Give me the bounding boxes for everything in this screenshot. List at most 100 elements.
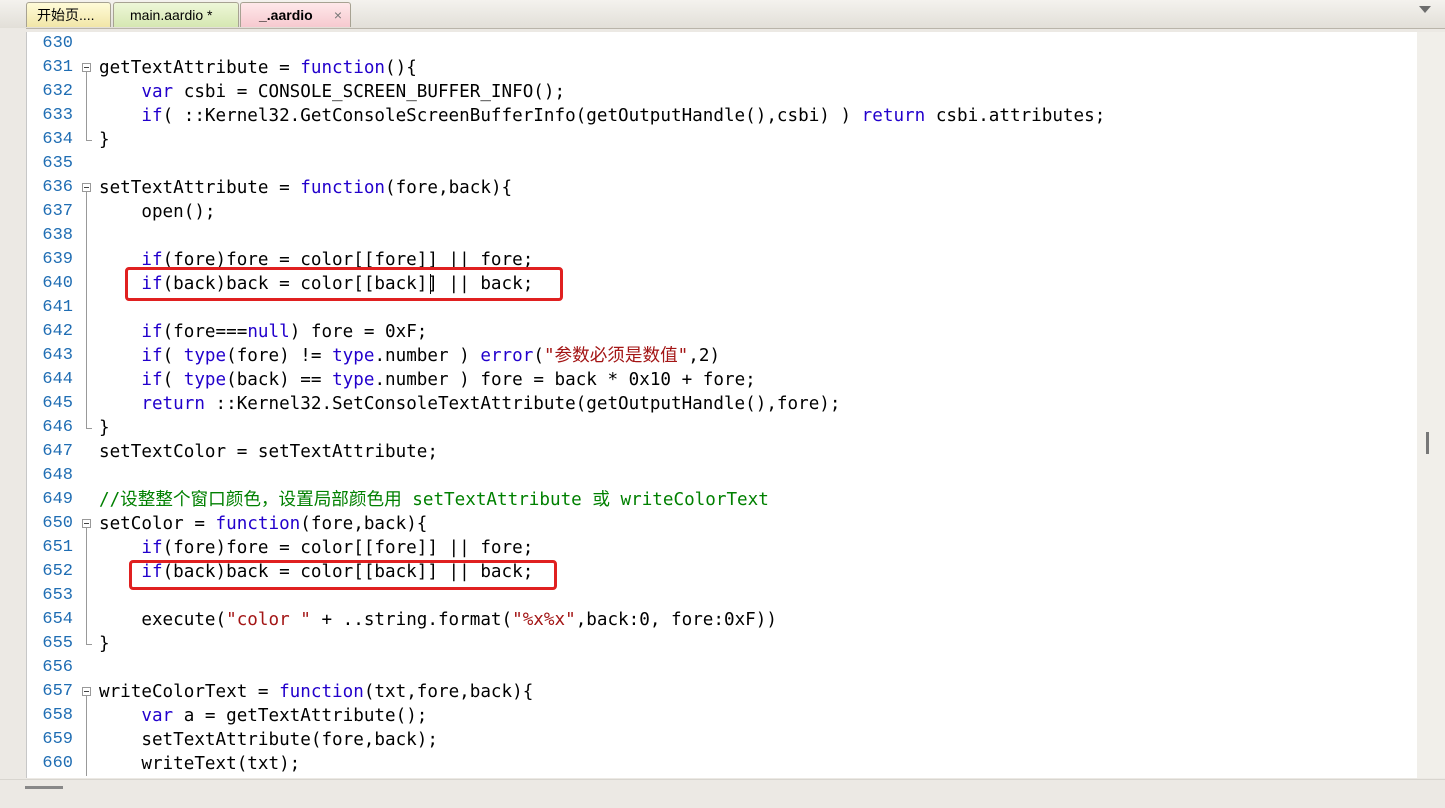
- line-number: 637: [42, 202, 73, 221]
- tab-list-dropdown-icon[interactable]: [1419, 6, 1431, 13]
- code-line[interactable]: 638: [27, 224, 1418, 248]
- fold-toggle-icon[interactable]: [82, 176, 91, 200]
- tab-start-page[interactable]: 开始页....: [26, 2, 111, 27]
- tab-bar: 开始页.... main.aardio * _.aardio ×: [0, 0, 1445, 29]
- code-line[interactable]: 646}: [27, 416, 1418, 440]
- code-line[interactable]: 644 if( type(back) == type.number ) fore…: [27, 368, 1418, 392]
- fold-toggle-icon[interactable]: [82, 680, 91, 704]
- code-line[interactable]: 635: [27, 152, 1418, 176]
- code-text: if( ::Kernel32.GetConsoleScreenBufferInf…: [99, 104, 1105, 128]
- code-token: (fore)fore = color[[fore]] || fore;: [162, 538, 534, 558]
- fold-toggle-icon[interactable]: [82, 56, 91, 80]
- code-line[interactable]: 634}: [27, 128, 1418, 152]
- code-line[interactable]: 636 setTextAttribute = function(fore,back…: [27, 176, 1418, 200]
- code-token: (: [533, 346, 544, 366]
- code-text: setColor = function(fore,back){: [99, 512, 427, 536]
- keyword-token: return: [861, 106, 926, 126]
- vertical-scrollbar[interactable]: [1417, 32, 1445, 778]
- fold-guide: [82, 560, 91, 584]
- fold-guide: [82, 224, 91, 248]
- code-line[interactable]: 632 var csbi = CONSOLE_SCREEN_BUFFER_INF…: [27, 80, 1418, 104]
- line-number: 650: [42, 514, 73, 533]
- code-token: setColor =: [99, 514, 216, 534]
- line-number: 648: [42, 466, 73, 485]
- keyword-token: if: [141, 106, 163, 126]
- horizontal-scroll-thumb[interactable]: [25, 786, 63, 789]
- line-number: 647: [42, 442, 73, 461]
- text-caret: [430, 274, 431, 294]
- code-text: getTextAttribute = function(){: [99, 56, 417, 80]
- code-token: setTextColor = setTextAttribute;: [99, 442, 438, 462]
- code-token: ) fore = 0xF;: [289, 322, 428, 342]
- code-line[interactable]: 656: [27, 656, 1418, 680]
- code-token: (: [162, 370, 184, 390]
- close-icon[interactable]: ×: [334, 3, 342, 27]
- tab-label: 开始页....: [37, 7, 95, 23]
- line-number: 659: [42, 730, 73, 749]
- fold-guide: [82, 320, 91, 344]
- keyword-token: null: [247, 322, 290, 342]
- keyword-token: var: [141, 82, 174, 102]
- code-line[interactable]: 647 setTextColor = setTextAttribute;: [27, 440, 1418, 464]
- fold-guide: [82, 368, 91, 392]
- code-line[interactable]: 642 if(fore===null) fore = 0xF;: [27, 320, 1418, 344]
- fold-toggle-icon[interactable]: [82, 512, 91, 536]
- keyword-token: if: [141, 322, 163, 342]
- code-line[interactable]: 633 if( ::Kernel32.GetConsoleScreenBuffe…: [27, 104, 1418, 128]
- keyword-token: function: [300, 58, 386, 78]
- code-line[interactable]: 657 writeColorText = function(txt,fore,ba…: [27, 680, 1418, 704]
- fold-guide: [82, 104, 91, 128]
- keyword-token: type: [332, 370, 375, 390]
- code-line[interactable]: 651 if(fore)fore = color[[fore]] || fore…: [27, 536, 1418, 560]
- code-token: setTextAttribute =: [99, 178, 301, 198]
- fold-end-guide: [82, 416, 92, 440]
- tab-main-aardio[interactable]: main.aardio *: [113, 2, 239, 27]
- code-line[interactable]: 643 if( type(fore) != type.number ) erro…: [27, 344, 1418, 368]
- code-text: //设整整个窗口颜色，设置局部颜色用 setTextAttribute 或 wr…: [99, 488, 769, 512]
- code-line[interactable]: 658 var a = getTextAttribute();: [27, 704, 1418, 728]
- line-number: 631: [42, 58, 73, 77]
- code-token: csbi.attributes;: [925, 106, 1106, 126]
- code-text: return ::Kernel32.SetConsoleTextAttribut…: [99, 392, 840, 416]
- keyword-token: error: [480, 346, 534, 366]
- code-line[interactable]: 659 setTextAttribute(fore,back);: [27, 728, 1418, 752]
- code-line[interactable]: 637 open();: [27, 200, 1418, 224]
- line-number: 643: [42, 346, 73, 365]
- line-number: 653: [42, 586, 73, 605]
- code-line[interactable]: 650 setColor = function(fore,back){: [27, 512, 1418, 536]
- line-number: 642: [42, 322, 73, 341]
- code-line[interactable]: 631 getTextAttribute = function(){: [27, 56, 1418, 80]
- code-editor[interactable]: 660 writeText(txt); 659 setTextAttribute(…: [26, 32, 1418, 778]
- vertical-scroll-thumb[interactable]: [1426, 432, 1429, 454]
- code-token: ,back:0, fore:0xF)): [575, 610, 777, 630]
- code-line[interactable]: 630: [27, 32, 1418, 56]
- tab-label: _.aardio: [259, 7, 313, 23]
- horizontal-scrollbar[interactable]: [0, 779, 1445, 808]
- code-text: var csbi = CONSOLE_SCREEN_BUFFER_INFO();: [99, 80, 565, 104]
- code-text: }: [99, 128, 110, 152]
- code-token: .number ) fore = back * 0x10 + fore;: [374, 370, 756, 390]
- code-token: ,2): [688, 346, 721, 366]
- code-text: open();: [99, 200, 215, 224]
- fold-guide: [82, 80, 91, 104]
- line-number: 640: [42, 274, 73, 293]
- line-number: 655: [42, 634, 73, 653]
- code-token: + ..string.format(: [310, 610, 513, 630]
- fold-guide: [82, 344, 91, 368]
- code-line[interactable]: 645 return ::Kernel32.SetConsoleTextAttr…: [27, 392, 1418, 416]
- code-line[interactable]: 660 writeText(txt);: [27, 752, 1418, 776]
- code-line[interactable]: 649 //设整整个窗口颜色，设置局部颜色用 setTextAttribute 或…: [27, 488, 1418, 512]
- code-line[interactable]: 655}: [27, 632, 1418, 656]
- line-number: 635: [42, 154, 73, 173]
- code-token: (fore,back){: [300, 514, 428, 534]
- code-line[interactable]: 654 execute("color " + ..string.format("…: [27, 608, 1418, 632]
- fold-guide: [82, 608, 91, 632]
- tab-underscore-aardio[interactable]: _.aardio ×: [240, 2, 351, 27]
- keyword-token: if: [141, 370, 163, 390]
- keyword-token: function: [279, 682, 364, 702]
- code-line[interactable]: 648: [27, 464, 1418, 488]
